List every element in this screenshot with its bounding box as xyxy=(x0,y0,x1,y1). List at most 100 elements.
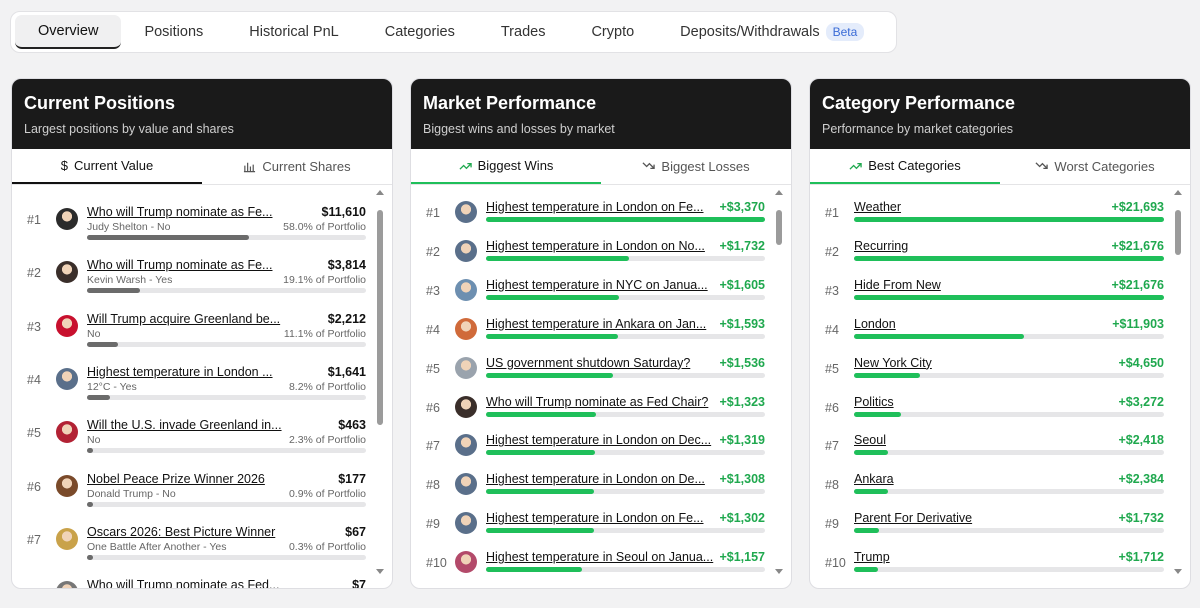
market-link[interactable]: Highest temperature in London on Fe... xyxy=(486,511,714,525)
market-link[interactable]: Who will Trump nominate as Fed... xyxy=(87,578,282,588)
tab-biggest-losses-label: Biggest Losses xyxy=(661,159,750,174)
tab-deposits-withdrawals[interactable]: Deposits/Withdrawals Beta xyxy=(657,15,887,49)
category-row[interactable]: #10 Trump +$1,712 xyxy=(810,545,1164,585)
pnl-bar xyxy=(854,217,1164,222)
market-link[interactable]: Will the U.S. invade Greenland in... xyxy=(87,418,282,432)
position-row[interactable]: #7 Oscars 2026: Best Picture Winner One Ba… xyxy=(12,519,366,567)
pnl-bar-fill xyxy=(854,528,879,534)
pnl-value: +$1,732 xyxy=(719,238,765,253)
tab-biggest-losses[interactable]: Biggest Losses xyxy=(601,149,791,184)
category-row[interactable]: #3 Hide From New +$21,676 xyxy=(810,273,1164,313)
trending-up-icon xyxy=(849,162,862,170)
scroll-thumb[interactable] xyxy=(377,210,383,425)
market-row[interactable]: #4 Highest temperature in Ankara on Jan..… xyxy=(411,312,765,352)
scroll-down-arrow-icon[interactable] xyxy=(1174,569,1182,574)
position-row[interactable]: #5 Will the U.S. invade Greenland in... No… xyxy=(12,412,366,460)
scroll-down-arrow-icon[interactable] xyxy=(376,569,384,574)
category-link[interactable]: London xyxy=(854,317,1074,331)
avatar-man-icon xyxy=(56,474,78,497)
tab-overview[interactable]: Overview xyxy=(15,15,122,49)
scrollbar[interactable] xyxy=(1174,190,1182,574)
market-row[interactable]: #8 Highest temperature in London on De...… xyxy=(411,467,765,507)
market-link[interactable]: Highest temperature in Ankara on Jan... xyxy=(486,317,714,331)
market-row[interactable]: #5 US government shutdown Saturday? +$1,53… xyxy=(411,351,765,391)
market-link[interactable]: Will Trump acquire Greenland be... xyxy=(87,312,282,326)
market-link[interactable]: Who will Trump nominate as Fe... xyxy=(87,258,282,272)
position-row[interactable]: #8 Who will Trump nominate as Fed... $7 xyxy=(12,572,366,588)
tab-trades[interactable]: Trades xyxy=(478,15,569,49)
tab-current-shares[interactable]: Current Shares xyxy=(202,149,392,184)
scrollbar[interactable] xyxy=(376,190,384,574)
category-link[interactable]: Politics xyxy=(854,395,1074,409)
category-link[interactable]: Ankara xyxy=(854,472,1074,486)
position-row[interactable]: #3 Will Trump acquire Greenland be... No $2… xyxy=(12,306,366,354)
category-link[interactable]: Weather xyxy=(854,200,1074,214)
portfolio-percent: 0.3% of Portfolio xyxy=(288,540,366,553)
tab-categories[interactable]: Categories xyxy=(362,15,478,49)
pnl-bar-fill xyxy=(854,411,901,417)
rank-label: #3 xyxy=(825,283,839,298)
scrollbar[interactable] xyxy=(775,190,783,574)
rank-label: #8 xyxy=(825,478,839,493)
category-link[interactable]: Recurring xyxy=(854,239,1074,253)
positions-subtabs: $ Current Value Current Shares xyxy=(12,149,392,185)
market-link[interactable]: Highest temperature in London on No... xyxy=(486,239,714,253)
category-row[interactable]: #7 Seoul +$2,418 xyxy=(810,428,1164,468)
tab-biggest-wins[interactable]: Biggest Wins xyxy=(411,149,601,184)
market-link[interactable]: Highest temperature in London on De... xyxy=(486,472,714,486)
tab-historical-pnl[interactable]: Historical PnL xyxy=(226,15,361,49)
market-link[interactable]: Highest temperature in London ... xyxy=(87,365,282,379)
category-link[interactable]: Hide From New xyxy=(854,278,1074,292)
category-link[interactable]: Trump xyxy=(854,550,1074,564)
market-link[interactable]: US government shutdown Saturday? xyxy=(486,356,714,370)
category-row[interactable]: #8 Ankara +$2,384 xyxy=(810,467,1164,507)
position-row[interactable]: #6 Nobel Peace Prize Winner 2026 Donald Tr… xyxy=(12,466,366,514)
market-link[interactable]: Highest temperature in Seoul on Janua... xyxy=(486,550,714,564)
market-row[interactable]: #2 Highest temperature in London on No...… xyxy=(411,234,765,274)
pnl-value: +$1,732 xyxy=(1118,511,1164,526)
rank-label: #5 xyxy=(825,361,839,376)
category-row[interactable]: #6 Politics +$3,272 xyxy=(810,390,1164,430)
tab-current-value[interactable]: $ Current Value xyxy=(12,149,202,184)
category-link[interactable]: Parent For Derivative xyxy=(854,511,1074,525)
category-link[interactable]: New York City xyxy=(854,356,1074,370)
scroll-down-arrow-icon[interactable] xyxy=(775,569,783,574)
tab-worst-categories[interactable]: Worst Categories xyxy=(1000,149,1190,184)
category-row[interactable]: #9 Parent For Derivative +$1,732 xyxy=(810,506,1164,546)
tab-best-categories[interactable]: Best Categories xyxy=(810,149,1000,184)
market-row[interactable]: #7 Highest temperature in London on Dec..… xyxy=(411,428,765,468)
scroll-thumb[interactable] xyxy=(1175,210,1181,255)
market-link[interactable]: Highest temperature in London on Dec... xyxy=(486,433,714,447)
scroll-up-arrow-icon[interactable] xyxy=(775,190,783,195)
category-row[interactable]: #5 New York City +$4,650 xyxy=(810,351,1164,391)
market-link[interactable]: Highest temperature in London on Fe... xyxy=(486,200,714,214)
panel-title: Current Positions xyxy=(24,93,176,113)
scroll-up-arrow-icon[interactable] xyxy=(1174,190,1182,195)
market-row[interactable]: #10 Highest temperature in Seoul on Janua… xyxy=(411,545,765,585)
position-row[interactable]: #2 Who will Trump nominate as Fe... Kevin … xyxy=(12,252,366,300)
tab-positions[interactable]: Positions xyxy=(121,15,226,49)
pnl-value: +$1,302 xyxy=(719,511,765,526)
market-performance-panel: Market Performance Biggest wins and loss… xyxy=(410,78,792,589)
market-link[interactable]: Who will Trump nominate as Fe... xyxy=(87,205,282,219)
category-row[interactable]: #2 Recurring +$21,676 xyxy=(810,234,1164,274)
market-link[interactable]: Oscars 2026: Best Picture Winner xyxy=(87,525,282,539)
market-link[interactable]: Who will Trump nominate as Fed Chair? xyxy=(486,395,714,409)
panel-subtitle: Performance by market categories xyxy=(822,122,1014,136)
pnl-value: +$1,605 xyxy=(719,277,765,292)
market-row[interactable]: #1 Highest temperature in London on Fe...… xyxy=(411,195,765,235)
market-link[interactable]: Highest temperature in NYC on Janua... xyxy=(486,278,714,292)
category-link[interactable]: Seoul xyxy=(854,433,1074,447)
category-row[interactable]: #1 Weather +$21,693 xyxy=(810,195,1164,235)
position-row[interactable]: #4 Highest temperature in London ... 12°C … xyxy=(12,359,366,407)
category-row[interactable]: #4 London +$11,903 xyxy=(810,312,1164,352)
market-link[interactable]: Nobel Peace Prize Winner 2026 xyxy=(87,472,282,486)
market-row[interactable]: #9 Highest temperature in London on Fe...… xyxy=(411,506,765,546)
portfolio-percent: 2.3% of Portfolio xyxy=(288,434,366,447)
scroll-thumb[interactable] xyxy=(776,210,782,245)
scroll-up-arrow-icon[interactable] xyxy=(376,190,384,195)
market-row[interactable]: #6 Who will Trump nominate as Fed Chair? +… xyxy=(411,390,765,430)
market-row[interactable]: #3 Highest temperature in NYC on Janua...… xyxy=(411,273,765,313)
tab-crypto[interactable]: Crypto xyxy=(568,15,657,49)
position-row[interactable]: #1 Who will Trump nominate as Fe... Judy S… xyxy=(12,199,366,247)
